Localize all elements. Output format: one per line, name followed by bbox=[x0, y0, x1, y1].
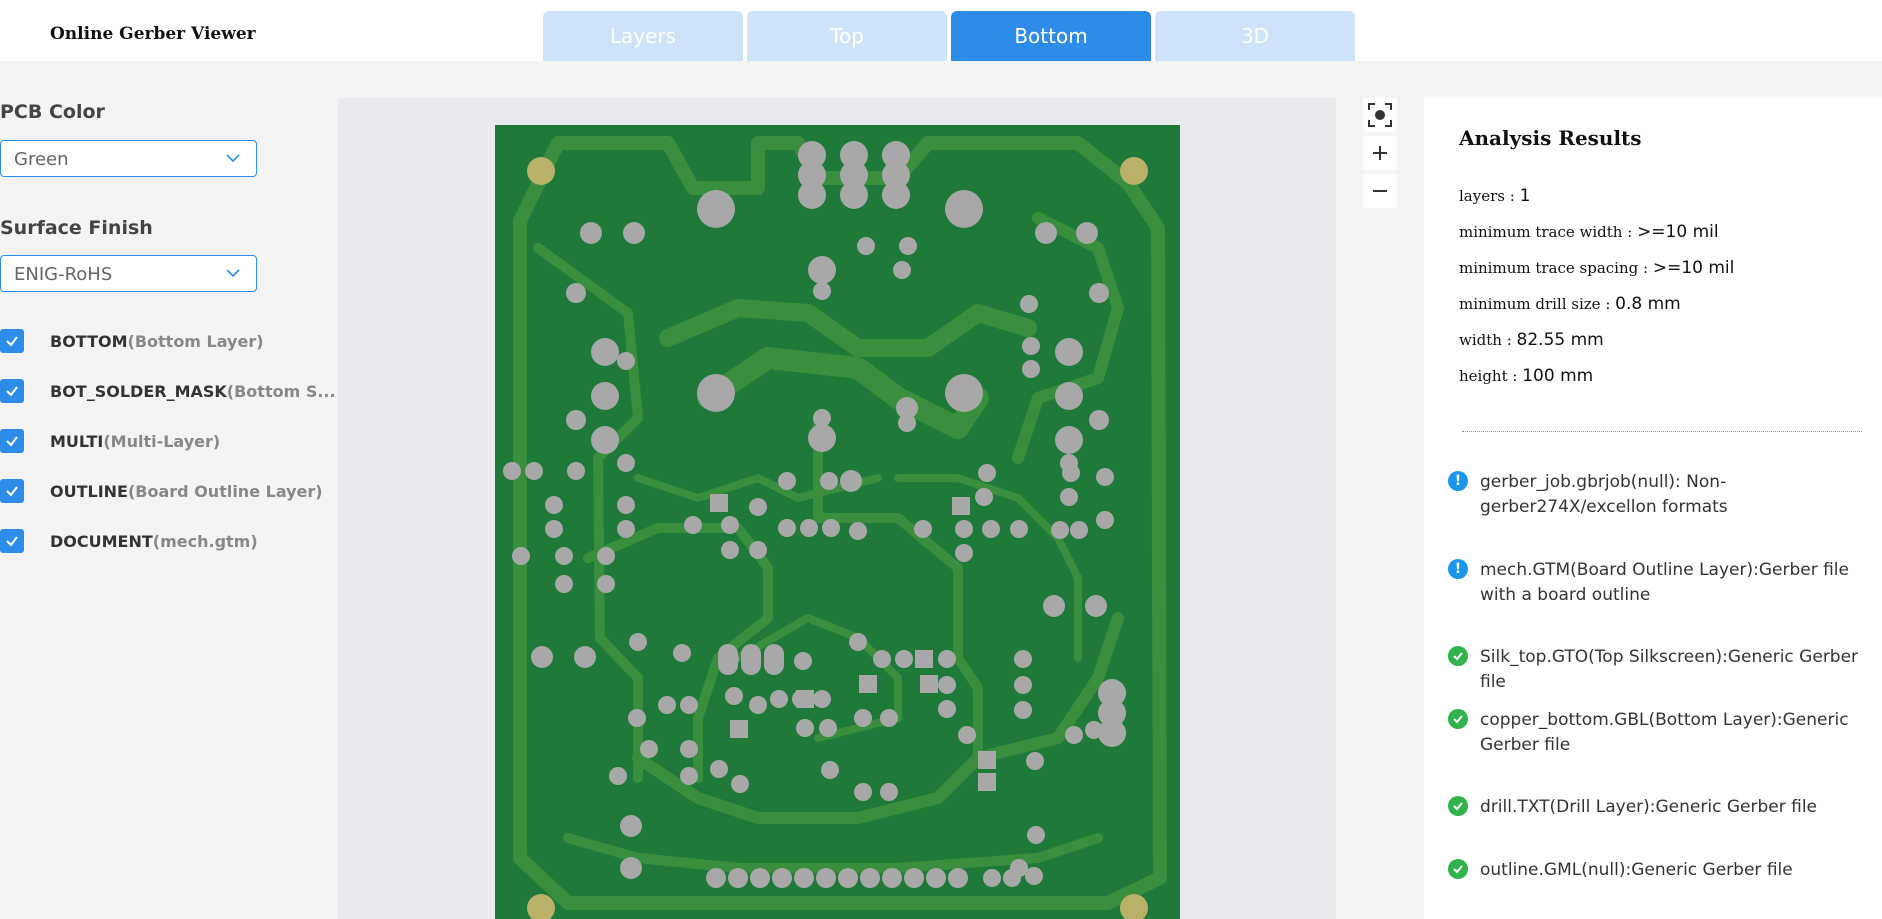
layer-desc: (mech.gtm) bbox=[152, 531, 258, 551]
zoom-in-icon bbox=[1373, 146, 1387, 160]
metric-value: >=10 mil bbox=[1652, 258, 1735, 278]
surface-finish-value: ENIG-RoHS bbox=[14, 264, 113, 285]
results-divider bbox=[1462, 431, 1862, 432]
layer-checkbox[interactable] bbox=[0, 379, 24, 403]
metric-value: 82.55 mm bbox=[1516, 330, 1604, 350]
fit-view-button[interactable] bbox=[1363, 98, 1397, 132]
check-icon bbox=[6, 336, 18, 347]
settings-sidebar: PCB Color Green Surface Finish ENIG-RoHS… bbox=[0, 61, 336, 919]
app-header: Online Gerber Viewer Layers Top Bottom 3… bbox=[0, 0, 1882, 61]
metric-label: layers : bbox=[1459, 187, 1520, 205]
file-item-text: drill.TXT(Drill Layer):Generic Gerber fi… bbox=[1480, 797, 1817, 817]
layer-row-multi[interactable]: MULTI (Multi-Layer) bbox=[0, 426, 220, 456]
layer-code: OUTLINE bbox=[50, 481, 128, 501]
metric-label: minimum trace spacing : bbox=[1459, 259, 1653, 277]
pcb-color-value: Green bbox=[14, 149, 69, 170]
layer-row-outline[interactable]: OUTLINE (Board Outline Layer) bbox=[0, 476, 323, 506]
chevron-down-icon bbox=[226, 269, 240, 278]
tab-top[interactable]: Top bbox=[747, 11, 947, 61]
layer-desc: (Multi-Layer) bbox=[103, 431, 221, 451]
file-item: Silk_top.GTO(Top Silkscreen):Generic Ger… bbox=[1448, 645, 1876, 695]
tab-bottom[interactable]: Bottom bbox=[951, 11, 1151, 61]
layer-checkbox[interactable] bbox=[0, 329, 24, 353]
app-title: Online Gerber Viewer bbox=[50, 24, 256, 44]
file-item: copper_bottom.GBL(Bottom Layer):Generic … bbox=[1448, 708, 1876, 758]
layer-checkbox[interactable] bbox=[0, 479, 24, 503]
tab-3d[interactable]: 3D bbox=[1155, 11, 1355, 61]
zoom-in-button[interactable] bbox=[1363, 136, 1397, 170]
file-item: ! mech.GTM(Board Outline Layer):Gerber f… bbox=[1448, 558, 1876, 608]
metric-min-trace-width: minimum trace width : >=10 mil bbox=[1459, 222, 1719, 242]
check-circle-icon bbox=[1448, 859, 1468, 879]
zoom-out-icon bbox=[1373, 190, 1387, 192]
check-icon bbox=[6, 536, 18, 547]
layer-code: DOCUMENT bbox=[50, 531, 153, 551]
layer-desc: (Bottom S... bbox=[226, 381, 336, 401]
chevron-down-icon bbox=[226, 154, 240, 163]
tab-layers[interactable]: Layers bbox=[543, 11, 743, 61]
metric-width: width : 82.55 mm bbox=[1459, 330, 1604, 350]
metric-label: width : bbox=[1459, 331, 1517, 349]
layer-checkbox[interactable] bbox=[0, 429, 24, 453]
file-item-text: copper_bottom.GBL(Bottom Layer):Generic … bbox=[1480, 710, 1849, 755]
metric-height: height : 100 mm bbox=[1459, 366, 1593, 386]
metric-label: height : bbox=[1459, 367, 1523, 385]
surface-finish-label: Surface Finish bbox=[0, 217, 153, 239]
file-item: outline.GML(null):Generic Gerber file bbox=[1448, 858, 1876, 883]
pcb-board-render[interactable] bbox=[338, 98, 1336, 919]
metric-label: minimum drill size : bbox=[1459, 295, 1616, 313]
check-circle-icon bbox=[1448, 796, 1468, 816]
metric-layers: layers : 1 bbox=[1459, 186, 1530, 206]
layer-code: BOTTOM bbox=[50, 331, 128, 351]
layer-row-bottom[interactable]: BOTTOM (Bottom Layer) bbox=[0, 326, 264, 356]
metric-value: 1 bbox=[1519, 186, 1531, 206]
file-item-text: outline.GML(null):Generic Gerber file bbox=[1480, 860, 1793, 880]
info-icon: ! bbox=[1448, 471, 1468, 491]
pcb-color-label: PCB Color bbox=[0, 101, 105, 123]
surface-finish-select[interactable]: ENIG-RoHS bbox=[0, 255, 257, 292]
results-title: Analysis Results bbox=[1459, 126, 1642, 150]
layer-code: MULTI bbox=[50, 431, 104, 451]
fit-view-icon bbox=[1368, 103, 1392, 127]
check-icon bbox=[6, 386, 18, 397]
check-icon bbox=[6, 486, 18, 497]
pcb-color-select[interactable]: Green bbox=[0, 140, 257, 177]
zoom-out-button[interactable] bbox=[1363, 174, 1397, 208]
analysis-results-panel: Analysis Results layers : 1 minimum trac… bbox=[1424, 98, 1882, 919]
metric-value: 0.8 mm bbox=[1615, 294, 1681, 314]
file-item: ! gerber_job.gbrjob(null): Non-gerber274… bbox=[1448, 470, 1876, 520]
metric-value: >=10 mil bbox=[1637, 222, 1719, 242]
file-item-text: mech.GTM(Board Outline Layer):Gerber fil… bbox=[1480, 560, 1849, 605]
file-item: drill.TXT(Drill Layer):Generic Gerber fi… bbox=[1448, 795, 1876, 820]
layer-row-document[interactable]: DOCUMENT (mech.gtm) bbox=[0, 526, 258, 556]
layer-desc: (Bottom Layer) bbox=[127, 331, 264, 351]
info-icon: ! bbox=[1448, 559, 1468, 579]
metric-min-drill-size: minimum drill size : 0.8 mm bbox=[1459, 294, 1681, 314]
check-circle-icon bbox=[1448, 709, 1468, 729]
check-icon bbox=[6, 436, 18, 447]
metric-min-trace-spacing: minimum trace spacing : >=10 mil bbox=[1459, 258, 1734, 278]
view-tabs: Layers Top Bottom 3D bbox=[543, 11, 1359, 61]
layer-desc: (Board Outline Layer) bbox=[127, 481, 323, 501]
file-item-text: gerber_job.gbrjob(null): Non-gerber274X/… bbox=[1480, 472, 1728, 517]
layer-row-bot-solder-mask[interactable]: BOT_SOLDER_MASK (Bottom S... bbox=[0, 376, 336, 406]
layer-checkbox[interactable] bbox=[0, 529, 24, 553]
check-circle-icon bbox=[1448, 646, 1468, 666]
metric-value: 100 mm bbox=[1522, 366, 1594, 386]
file-item-text: Silk_top.GTO(Top Silkscreen):Generic Ger… bbox=[1480, 647, 1859, 692]
pcb-viewer[interactable] bbox=[338, 98, 1336, 919]
layer-code: BOT_SOLDER_MASK bbox=[50, 381, 227, 401]
metric-label: minimum trace width : bbox=[1459, 223, 1638, 241]
